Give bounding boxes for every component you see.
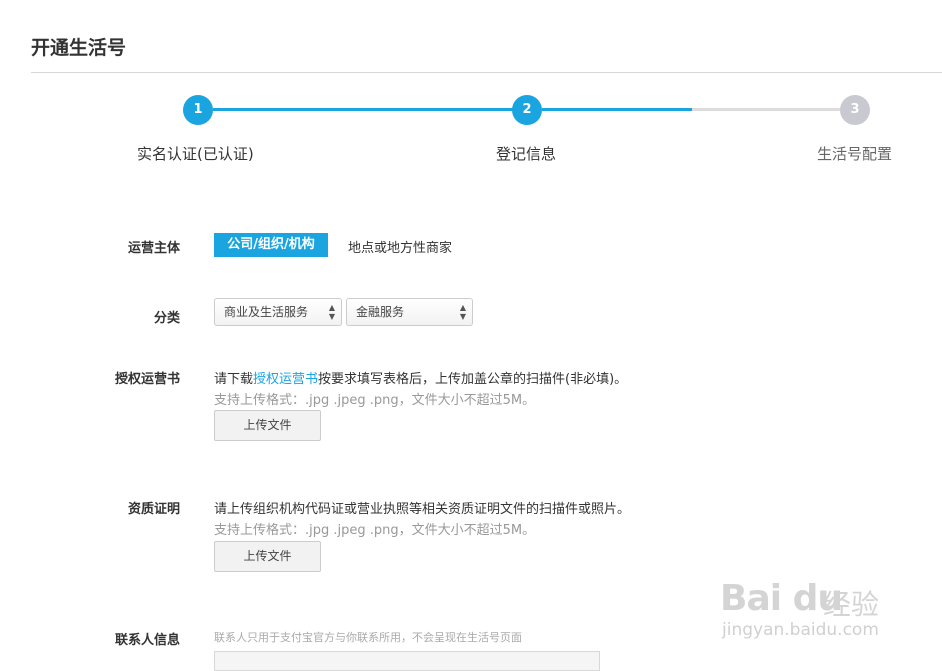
authorization-label: 授权运营书 — [114, 372, 180, 387]
authorization-download-link[interactable]: 授权运营书 — [253, 372, 318, 387]
step-3-circle: 3 — [840, 95, 870, 125]
qualification-upload-button[interactable]: 上传文件 — [214, 541, 321, 572]
select-arrows-icon: ▲ ▼ — [459, 303, 466, 321]
page-title: 开通生活号 — [31, 37, 127, 59]
operator-option-local-merchant[interactable]: 地点或地方性商家 — [348, 237, 452, 256]
contact-name-input[interactable] — [214, 651, 600, 671]
qualification-format-hint: 支持上传格式：.jpg .jpeg .png，文件大小不超过5M。 — [214, 523, 536, 538]
qualification-description: 请上传组织机构代码证或营业执照等相关资质证明文件的扫描件或照片。 — [214, 502, 631, 517]
step-connector-1-2 — [213, 108, 513, 111]
step-2-label: 登记信息 — [496, 145, 557, 163]
category-label: 分类 — [153, 311, 180, 326]
title-divider — [31, 72, 942, 73]
category-primary-select[interactable]: 商业及生活服务 ▲ ▼ — [214, 298, 342, 326]
category-secondary-select[interactable]: 金融服务 ▲ ▼ — [346, 298, 473, 326]
qualification-label: 资质证明 — [127, 502, 180, 517]
category-primary-value: 商业及生活服务 — [224, 305, 309, 319]
step-1-label: 实名认证(已认证) — [137, 145, 254, 163]
step-2-circle: 2 — [512, 95, 542, 125]
watermark-text: 经验 — [823, 588, 880, 621]
step-3-label: 生活号配置 — [817, 145, 893, 163]
contact-label: 联系人信息 — [114, 633, 180, 648]
operator-label: 运营主体 — [127, 241, 180, 256]
contact-hint: 联系人只用于支付宝官方与你联系所用，不会呈现在生活号页面 — [214, 631, 522, 644]
step-connector-2-3-done — [542, 108, 692, 111]
authorization-upload-button[interactable]: 上传文件 — [214, 410, 321, 441]
category-secondary-value: 金融服务 — [356, 305, 405, 319]
select-arrows-icon: ▲ ▼ — [328, 303, 335, 321]
authorization-format-hint: 支持上传格式：.jpg .jpeg .png，文件大小不超过5M。 — [214, 393, 536, 408]
step-connector-2-3-pending — [692, 108, 840, 111]
step-1-circle: 1 — [183, 95, 213, 125]
authorization-description: 请下载授权运营书按要求填写表格后，上传加盖公章的扫描件(非必填)。 — [214, 368, 627, 387]
watermark-url: jingyan.baidu.com — [722, 620, 879, 640]
operator-option-company[interactable]: 公司/组织/机构 — [214, 233, 328, 257]
authorization-desc-suffix: 按要求填写表格后，上传加盖公章的扫描件(非必填)。 — [318, 372, 628, 387]
baidu-jingyan-watermark: Bai du 经验 jingyan.baidu.com — [720, 560, 920, 650]
authorization-desc-prefix: 请下载 — [214, 372, 254, 387]
